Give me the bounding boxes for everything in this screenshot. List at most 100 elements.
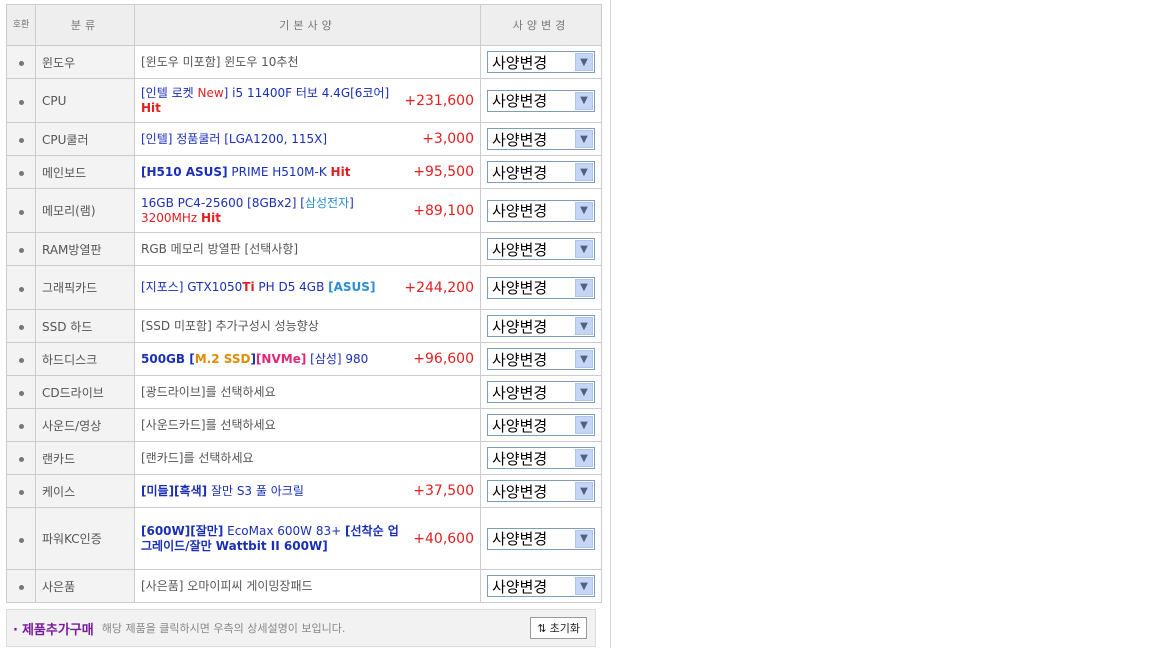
spec-change-select-value: 사양변경 [492, 317, 548, 336]
row-spec[interactable]: [랜카드]를 선택하세요 [134, 441, 481, 475]
table-row[interactable]: CPU [인텔 로켓 New] i5 11400F 터보 4.4G[6코어] Hi… [6, 78, 602, 123]
row-spec-text: [랜카드]를 선택하세요 [141, 451, 254, 466]
bullet-icon [18, 358, 24, 363]
row-spec[interactable]: [지포스] GTX1050Ti PH D5 4GB [ASUS] +244,200 [134, 265, 481, 310]
row-spec[interactable]: [SSD 미포함] 추가구성시 성능향상 [134, 309, 481, 343]
spec-change-select[interactable]: 사양변경 ▼ [487, 238, 595, 260]
row-category: 윈도우 [35, 45, 135, 79]
row-bullet [6, 309, 36, 343]
row-spec[interactable]: [윈도우 미포함] 윈도우 10추천 [134, 45, 481, 79]
spec-change-select-value: 사양변경 [492, 53, 548, 72]
row-spec[interactable]: [광드라이브]를 선택하세요 [134, 375, 481, 409]
row-spec[interactable]: 500GB [M.2 SSD][NVMe] [삼성] 980 +96,600 [134, 342, 481, 376]
table-row[interactable]: SSD 하드 [SSD 미포함] 추가구성시 성능향상 사양변경 ▼ [6, 309, 602, 343]
table-row[interactable]: CPU쿨러 [인텔] 정품쿨러 [LGA1200, 115X] +3,000 사양변경… [6, 122, 602, 156]
row-spec[interactable]: 16GB PC4-25600 [8GBx2] [삼성전자] 3200MHz Hi… [134, 188, 481, 233]
spec-text-part: [윈도우 미포함] 윈도우 10추천 [141, 54, 299, 69]
row-spec-inner: [인텔] 정품쿨러 [LGA1200, 115X] +3,000 [141, 131, 474, 147]
spec-text-part: 3200MHz [141, 210, 202, 225]
row-change-cell: 사양변경 ▼ [480, 375, 602, 409]
chevron-down-icon[interactable]: ▼ [575, 529, 593, 548]
bullet-icon [18, 286, 24, 292]
spec-text-part: [ASUS] [328, 280, 376, 294]
row-change-cell: 사양변경 ▼ [480, 265, 602, 310]
spec-change-select[interactable]: 사양변경 ▼ [487, 381, 595, 403]
chevron-down-icon[interactable]: ▼ [575, 577, 593, 595]
spec-text-part: M.2 SSD [194, 351, 251, 366]
chevron-down-icon[interactable]: ▼ [575, 53, 593, 71]
reset-button[interactable]: ⇅ 초기화 [530, 617, 587, 639]
spec-change-select[interactable]: 사양변경 ▼ [487, 161, 595, 183]
spec-change-select[interactable]: 사양변경 ▼ [487, 51, 595, 73]
spec-change-select[interactable]: 사양변경 ▼ [487, 276, 595, 299]
chevron-down-icon[interactable]: ▼ [575, 91, 593, 110]
row-category: 케이스 [35, 474, 135, 508]
extra-purchase-title-wrap: · 제품추가구매 [13, 619, 94, 638]
row-spec-inner: RGB 메모리 방열판 [선택사항] [141, 242, 474, 257]
spec-change-select[interactable]: 사양변경 ▼ [487, 527, 595, 550]
spec-change-select-value: 사양변경 [492, 482, 548, 501]
table-row[interactable]: 사은품 [사은품] 오마이피씨 게이밍장패드 사양변경 ▼ [6, 569, 602, 603]
row-spec-inner: [지포스] GTX1050Ti PH D5 4GB [ASUS] +244,200 [141, 280, 474, 296]
row-spec[interactable]: [인텔] 정품쿨러 [LGA1200, 115X] +3,000 [134, 122, 481, 156]
header-spec: 기본사양 [134, 4, 481, 46]
spec-change-select[interactable]: 사양변경 ▼ [487, 315, 595, 337]
table-row[interactable]: CD드라이브 [광드라이브]를 선택하세요 사양변경 ▼ [6, 375, 602, 409]
chevron-down-icon[interactable]: ▼ [575, 130, 593, 148]
row-price: +40,600 [413, 530, 474, 547]
chevron-down-icon[interactable]: ▼ [575, 416, 593, 434]
chevron-down-icon[interactable]: ▼ [575, 449, 593, 467]
bullet-icon [18, 424, 24, 429]
bullet-icon [18, 138, 24, 143]
row-spec[interactable]: [사은품] 오마이피씨 게이밍장패드 [134, 569, 481, 603]
chevron-down-icon[interactable]: ▼ [575, 317, 593, 335]
row-spec-text: [SSD 미포함] 추가구성시 성능향상 [141, 319, 319, 334]
spec-change-select[interactable]: 사양변경 ▼ [487, 199, 595, 222]
table-row[interactable]: 메모리(램) 16GB PC4-25600 [8GBx2] [삼성전자] 3200… [6, 188, 602, 233]
row-spec[interactable]: [H510 ASUS] PRIME H510M-K Hit +95,500 [134, 155, 481, 189]
row-change-cell: 사양변경 ▼ [480, 122, 602, 156]
row-change-cell: 사양변경 ▼ [480, 309, 602, 343]
row-spec[interactable]: RGB 메모리 방열판 [선택사항] [134, 232, 481, 266]
reset-label: 초기화 [549, 622, 580, 635]
row-change-cell: 사양변경 ▼ [480, 155, 602, 189]
spec-change-select[interactable]: 사양변경 ▼ [487, 348, 595, 370]
table-row[interactable]: 메인보드 [H510 ASUS] PRIME H510M-K Hit +95,500… [6, 155, 602, 189]
row-spec[interactable]: [사운드카드]를 선택하세요 [134, 408, 481, 442]
spec-text-part: 삼성전자 [304, 195, 350, 210]
spec-change-select[interactable]: 사양변경 ▼ [487, 480, 595, 502]
bullet-icon [18, 391, 24, 396]
chevron-down-icon[interactable]: ▼ [575, 350, 593, 368]
chevron-down-icon[interactable]: ▼ [575, 383, 593, 401]
row-spec-text: [인텔] 정품쿨러 [LGA1200, 115X] [141, 132, 327, 147]
chevron-down-icon[interactable]: ▼ [575, 278, 593, 297]
table-row[interactable]: 그래픽카드 [지포스] GTX1050Ti PH D5 4GB [ASUS] +24… [6, 265, 602, 310]
row-spec[interactable]: [600W][잘만] EcoMax 600W 83+ [선착순 업그레이드/잘만… [134, 507, 481, 570]
table-row[interactable]: 파워KC인증 [600W][잘만] EcoMax 600W 83+ [선착순 업그… [6, 507, 602, 570]
spec-change-select[interactable]: 사양변경 ▼ [487, 128, 595, 150]
panel-divider [610, 0, 611, 648]
row-category: 하드디스크 [35, 342, 135, 376]
spec-change-select[interactable]: 사양변경 ▼ [487, 447, 595, 469]
chevron-down-icon[interactable]: ▼ [575, 482, 593, 500]
chevron-down-icon[interactable]: ▼ [575, 201, 593, 220]
spec-text-part: ] [349, 195, 354, 210]
table-row[interactable]: 케이스 [미들][흑색] 잘만 S3 풀 아크릴 +37,500 사양변경 ▼ [6, 474, 602, 508]
table-row[interactable]: 랜카드 [랜카드]를 선택하세요 사양변경 ▼ [6, 441, 602, 475]
row-spec-inner: [미들][흑색] 잘만 S3 풀 아크릴 +37,500 [141, 483, 474, 499]
spec-change-select[interactable]: 사양변경 ▼ [487, 414, 595, 436]
table-row[interactable]: 하드디스크 500GB [M.2 SSD][NVMe] [삼성] 980 +96,6… [6, 342, 602, 376]
row-spec-inner: [H510 ASUS] PRIME H510M-K Hit +95,500 [141, 164, 474, 180]
chevron-down-icon[interactable]: ▼ [575, 163, 593, 181]
row-spec-text: [지포스] GTX1050Ti PH D5 4GB [ASUS] [141, 280, 375, 295]
row-spec[interactable]: [인텔 로켓 New] i5 11400F 터보 4.4G[6코어] Hit +2… [134, 78, 481, 123]
row-spec[interactable]: [미들][흑색] 잘만 S3 풀 아크릴 +37,500 [134, 474, 481, 508]
table-row[interactable]: 윈도우 [윈도우 미포함] 윈도우 10추천 사양변경 ▼ [6, 45, 602, 79]
spec-change-select[interactable]: 사양변경 ▼ [487, 575, 595, 597]
extra-purchase-bar: · 제품추가구매 해당 제품을 클릭하시면 우측의 상세설명이 보입니다. ⇅ 초… [6, 609, 596, 647]
spec-change-select[interactable]: 사양변경 ▼ [487, 89, 595, 112]
chevron-down-icon[interactable]: ▼ [575, 240, 593, 258]
table-row[interactable]: 사운드/영상 [사운드카드]를 선택하세요 사양변경 ▼ [6, 408, 602, 442]
row-spec-text: 500GB [M.2 SSD][NVMe] [삼성] 980 [141, 352, 368, 367]
table-row[interactable]: RAM방열판 RGB 메모리 방열판 [선택사항] 사양변경 ▼ [6, 232, 602, 266]
